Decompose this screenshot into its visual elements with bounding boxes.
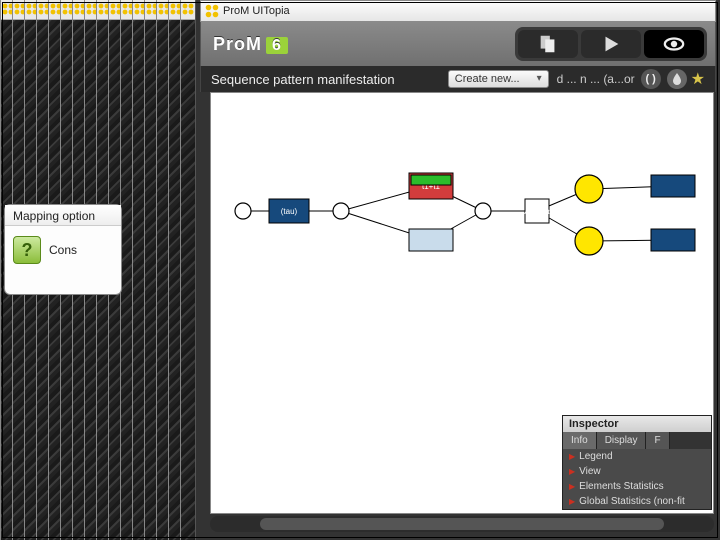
triangle-icon: ▶ — [569, 452, 575, 461]
subtitle-bar: Sequence pattern manifestation Create ne… — [200, 66, 716, 92]
create-new-label: Create new... — [455, 73, 520, 85]
play-icon — [600, 33, 622, 55]
tab-resources[interactable] — [518, 30, 578, 58]
app-name: ProM — [213, 34, 262, 54]
inspector-panel: Inspector InfoDisplayF ▶Legend▶View▶Elem… — [562, 415, 712, 510]
parentheses-button[interactable]: ( ) — [641, 69, 661, 89]
inspector-row[interactable]: ▶Global Statistics (non-fit — [563, 494, 711, 509]
window-icon — [182, 2, 194, 14]
inspector-row[interactable]: ▶Elements Statistics — [563, 479, 711, 494]
triangle-icon: ▶ — [569, 482, 575, 491]
inspector-row[interactable]: ▶View — [563, 464, 711, 479]
inspector-title: Inspector — [563, 416, 711, 432]
inspector-row[interactable]: ▶Legend — [563, 449, 711, 464]
scrollbar-thumb[interactable] — [260, 518, 664, 530]
mapping-options-dialog: Mapping option ? Cons — [4, 204, 122, 295]
dialog-title: Mapping option — [5, 205, 121, 226]
drop-button[interactable] — [667, 69, 687, 89]
svg-text:AND split: AND split — [524, 210, 549, 216]
inspector-tab-info[interactable]: Info — [563, 432, 597, 449]
app-logo: ProM6 — [213, 34, 288, 55]
window-titlebar: ProM UITopia — [200, 0, 716, 22]
stack-icon — [537, 33, 559, 55]
horizontal-scrollbar[interactable] — [210, 516, 714, 532]
app-icon — [205, 4, 219, 18]
inspector-tabs: InfoDisplayF — [563, 432, 711, 449]
tab-view[interactable] — [644, 30, 704, 58]
svg-text:(tau): (tau) — [281, 207, 298, 216]
trail-text: d ... n ... (a...or — [557, 72, 635, 86]
eye-icon — [663, 33, 685, 55]
app-version: 6 — [266, 37, 288, 54]
triangle-icon: ▶ — [569, 497, 575, 506]
inspector-tab-display[interactable]: Display — [597, 432, 647, 449]
create-new-dropdown[interactable]: Create new... — [448, 70, 549, 88]
drop-icon — [672, 73, 682, 85]
dialog-text: Cons — [49, 243, 77, 257]
triangle-icon: ▶ — [569, 467, 575, 476]
tab-run[interactable] — [581, 30, 641, 58]
star-icon[interactable]: ★ — [691, 69, 705, 89]
app-header: ProM6 — [200, 22, 716, 66]
window-title: ProM UITopia — [223, 5, 290, 17]
page-title: Sequence pattern manifestation — [211, 72, 395, 87]
mode-tab-group — [515, 27, 707, 61]
question-icon: ? — [13, 236, 41, 264]
inspector-tab-f[interactable]: F — [646, 432, 669, 449]
